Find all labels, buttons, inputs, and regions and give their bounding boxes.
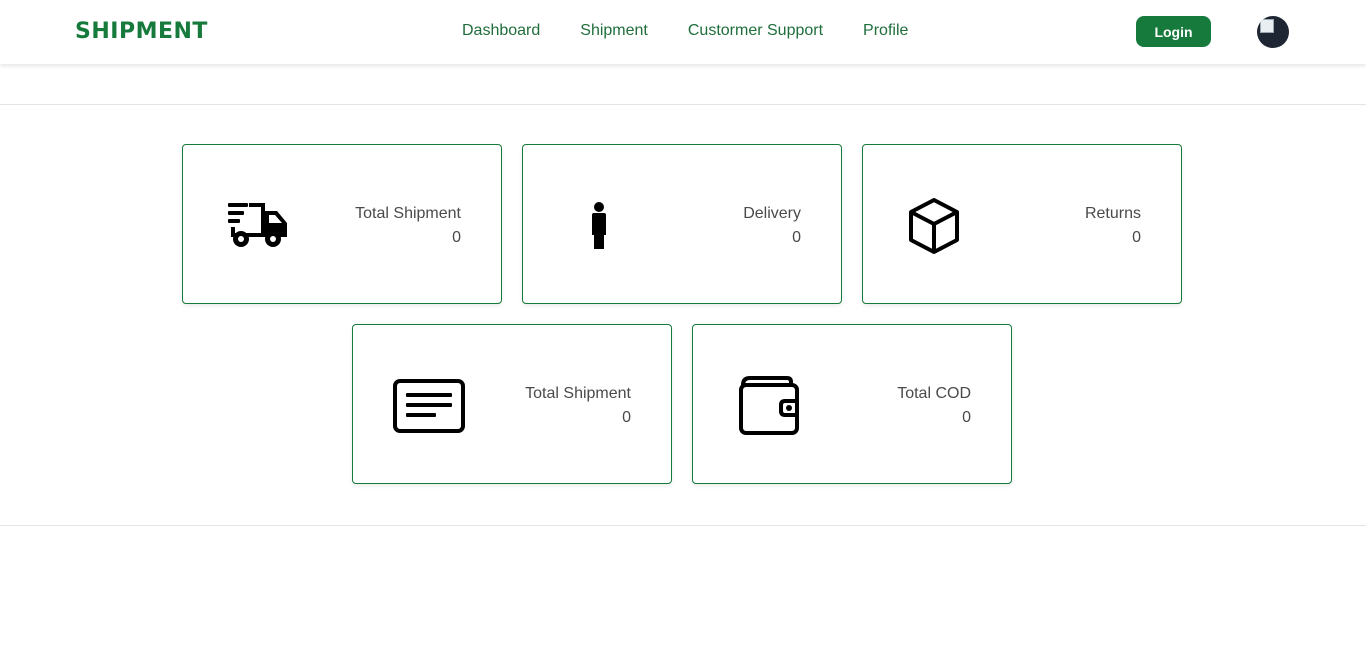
avatar[interactable]: [1257, 16, 1289, 48]
box-icon: [909, 198, 959, 254]
card-value: 0: [792, 229, 801, 246]
brand-logo[interactable]: SHIPMENT: [75, 19, 208, 44]
stat-card-total-shipment: Total Shipment 0: [182, 144, 502, 304]
person-icon: [592, 202, 606, 249]
nav-customer-support[interactable]: Custormer Support: [688, 22, 823, 40]
card-value: 0: [1132, 229, 1141, 246]
nav-shipment[interactable]: Shipment: [580, 22, 648, 40]
nav-dashboard[interactable]: Dashboard: [462, 22, 540, 40]
main-nav: Dashboard Shipment Custormer Support Pro…: [462, 22, 948, 40]
card-text-icon: [393, 379, 465, 433]
card-label: Delivery: [743, 205, 801, 222]
card-value: 0: [622, 409, 631, 426]
card-label: Returns: [1084, 205, 1141, 222]
wallet-icon: [739, 376, 799, 435]
stat-card-total-shipment-2: Total Shipment 0: [352, 324, 672, 484]
card-value: 0: [962, 409, 971, 426]
card-value: 0: [452, 229, 461, 246]
broken-image-icon: [1260, 19, 1274, 33]
stat-card-total-cod: Total COD 0: [692, 324, 1012, 484]
bottom-divider: [0, 525, 1366, 526]
nav-profile[interactable]: Profile: [863, 22, 908, 40]
card-label: Total Shipment: [525, 385, 631, 402]
stat-card-delivery: Delivery 0: [522, 144, 842, 304]
login-button[interactable]: Login: [1136, 16, 1211, 47]
stat-card-returns: Returns 0: [862, 144, 1182, 304]
top-divider: [0, 104, 1366, 105]
card-label: Total Shipment: [355, 205, 461, 222]
navbar: SHIPMENT Dashboard Shipment Custormer Su…: [0, 0, 1366, 64]
truck-icon: [228, 203, 287, 247]
card-label: Total COD: [897, 385, 971, 402]
